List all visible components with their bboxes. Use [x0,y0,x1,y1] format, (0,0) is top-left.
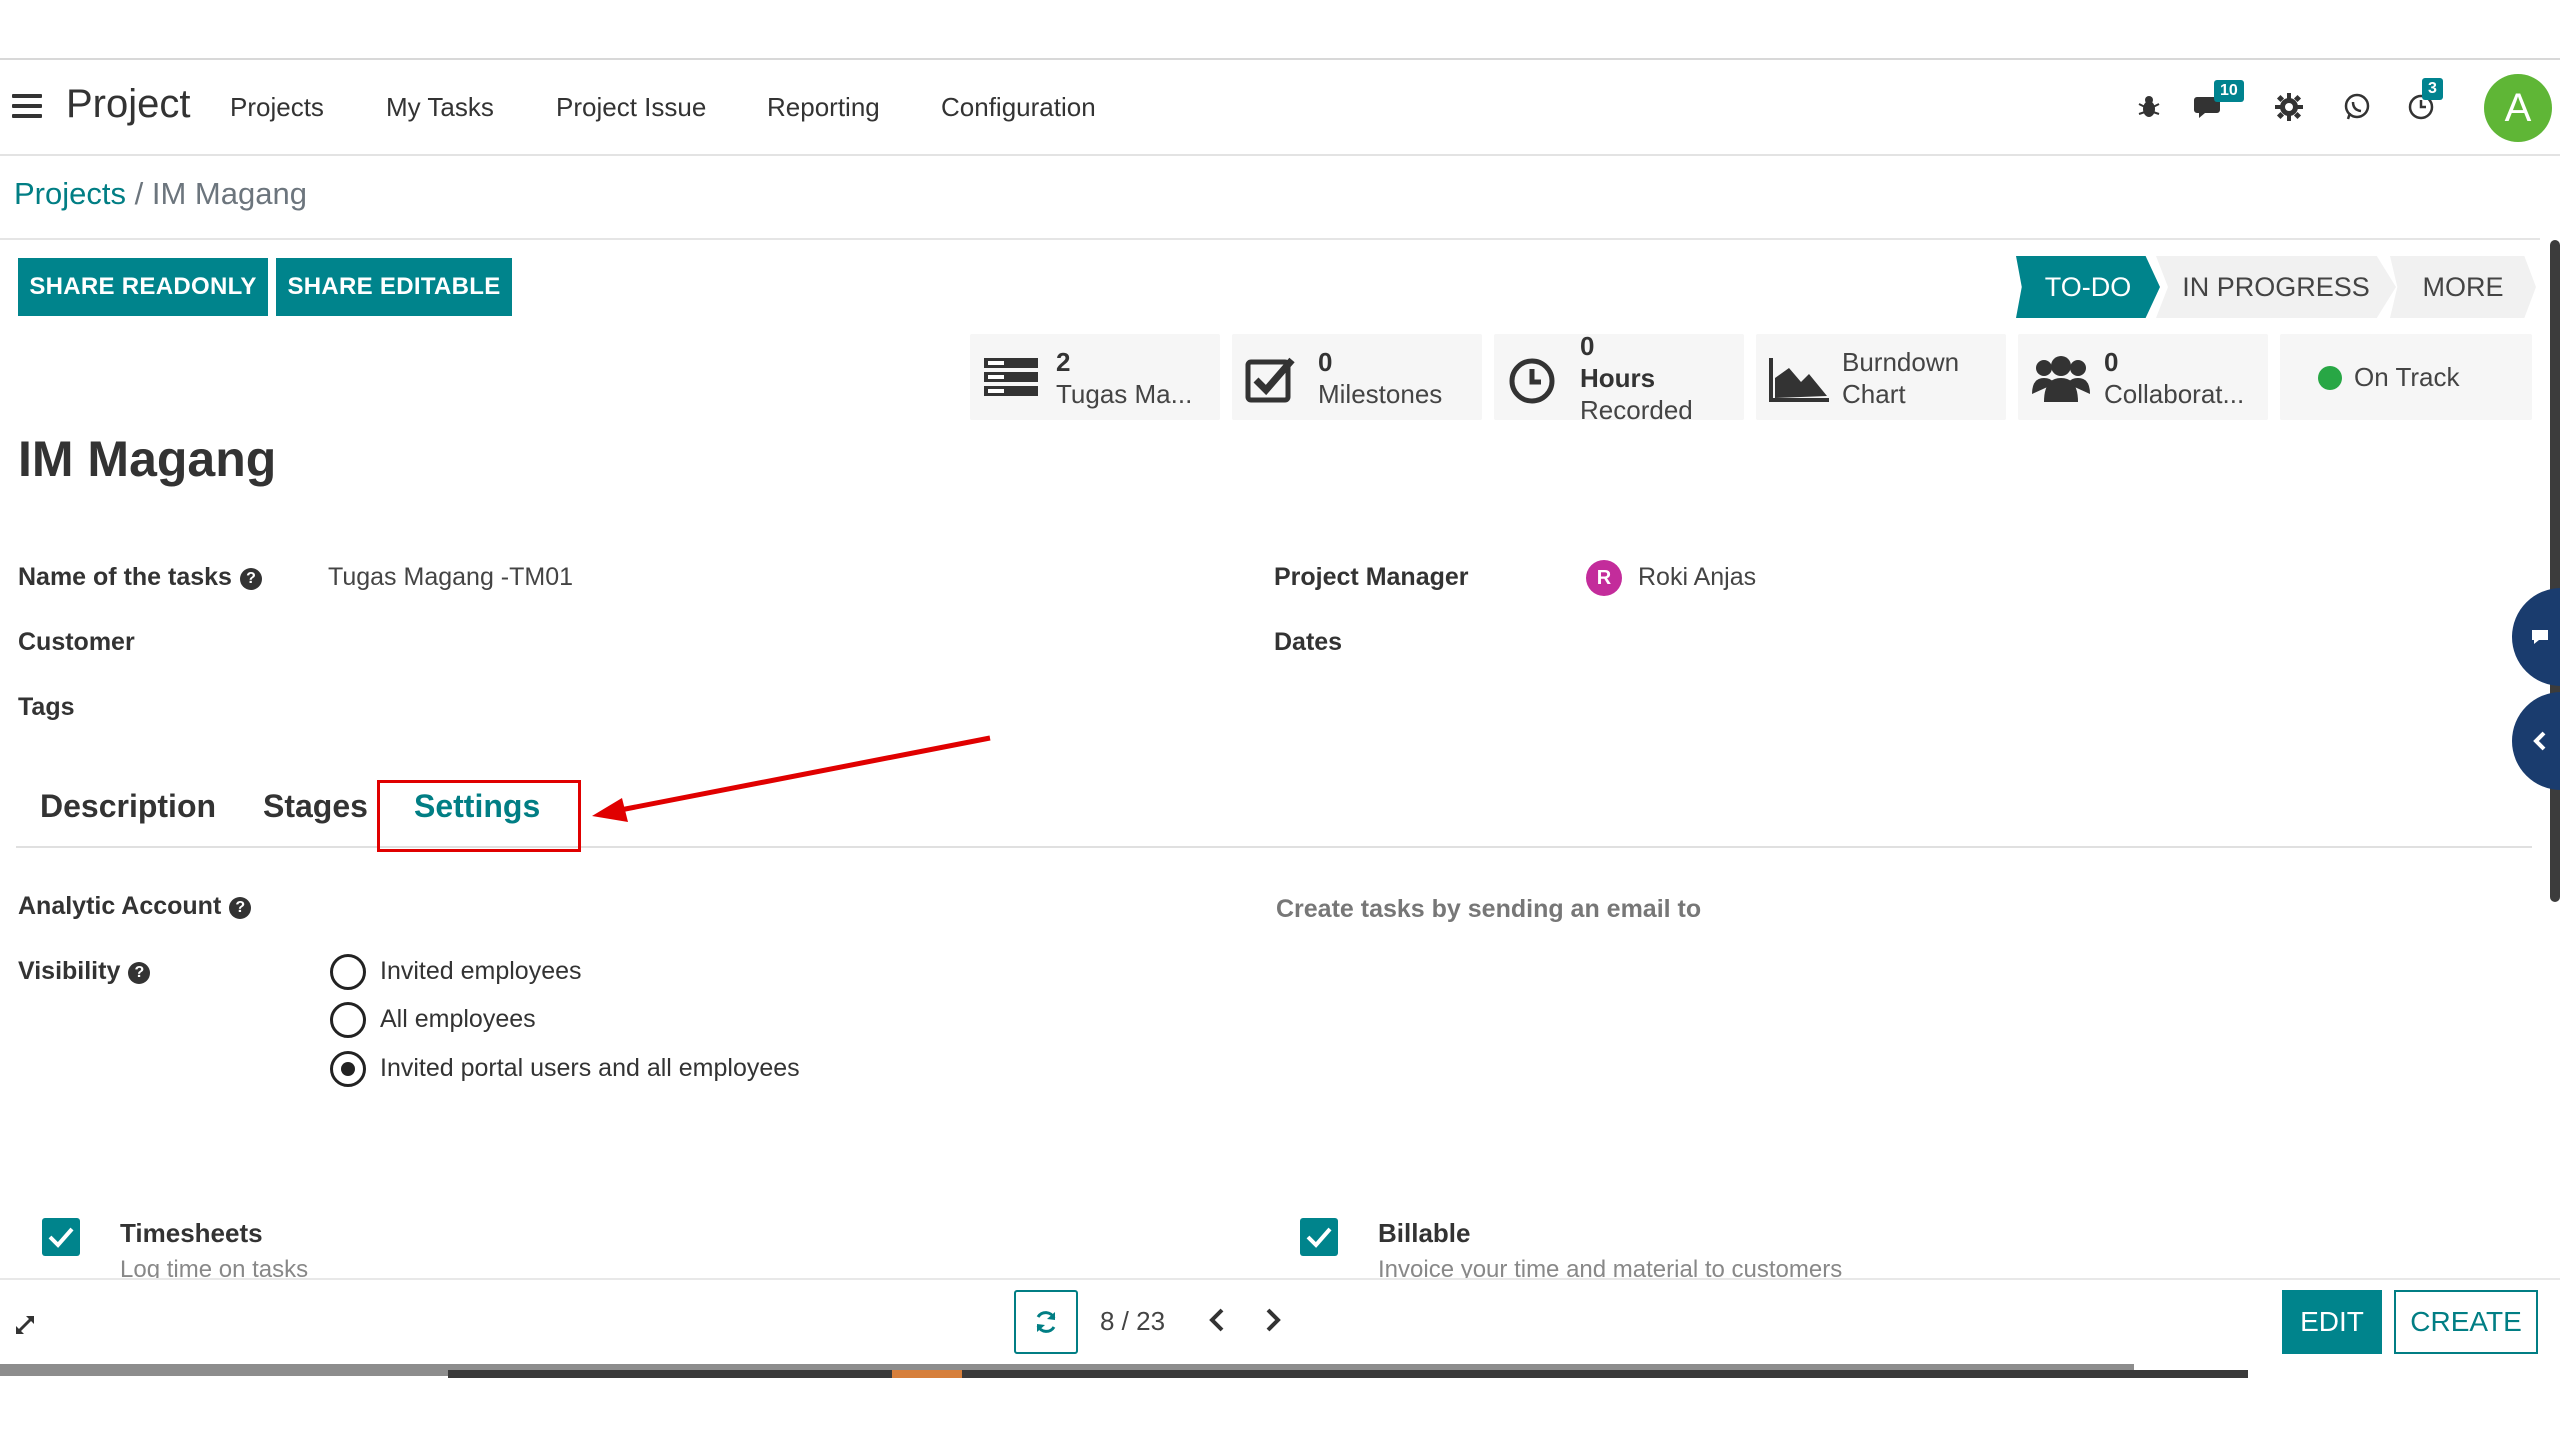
radio-portal-users[interactable] [330,1051,366,1087]
bug-icon[interactable] [2132,90,2166,124]
edit-button[interactable]: EDIT [2282,1290,2382,1354]
visibility-label: Visibility? [18,957,151,986]
horizontal-scrollbar-marker [892,1370,962,1378]
area-chart-icon [1768,354,1829,404]
customer-label: Customer [18,628,135,656]
users-icon [2030,354,2090,404]
burndown-label-2: Chart [1842,379,1906,409]
top-navbar: Project Projects My Tasks Project Issue … [0,58,2560,156]
billable-checkbox[interactable] [1300,1218,1338,1256]
help-icon[interactable]: ? [239,568,262,590]
burndown-smart-button[interactable]: Burndown Chart [1756,334,2006,420]
burndown-label: Burndown [1842,347,1960,377]
project-manager-label: Project Manager [1274,563,1469,591]
refresh-button[interactable] [1014,1290,1078,1354]
stage-todo[interactable]: TO-DO [2016,256,2160,318]
gear-icon[interactable] [2272,90,2306,124]
manager-avatar: R [1586,560,1622,596]
radio-all-employees[interactable] [330,1002,366,1038]
divider [0,238,2540,240]
milestones-label: Milestones [1318,379,1443,409]
chevron-right-icon [1266,1308,1281,1332]
tasks-icon [982,354,1040,404]
whatsapp-icon[interactable] [2340,90,2374,124]
expand-icon[interactable] [14,1314,36,1341]
breadcrumb-projects-link[interactable]: Projects [14,176,126,211]
billable-title: Billable [1378,1218,1471,1248]
stage-in-progress[interactable]: IN PROGRESS [2156,256,2396,318]
menu-reporting[interactable]: Reporting [767,92,880,123]
user-avatar[interactable]: A [2484,74,2552,142]
app-title[interactable]: Project [66,82,191,127]
create-button[interactable]: CREATE [2394,1290,2538,1354]
email-hint: Create tasks by sending an email to [1276,895,1702,923]
tasks-label: Tugas Ma... [1056,379,1193,409]
hours-smart-button[interactable]: 0 Hours Recorded [1494,331,1744,425]
hours-count: 0 [1580,331,1595,361]
hours-label: Hours [1580,363,1656,393]
milestones-smart-button[interactable]: 0 Milestones [1232,334,1482,420]
radio-invited-employees[interactable] [330,954,366,990]
menu-icon[interactable] [12,94,42,120]
record-title: IM Magang [18,431,277,487]
tasks-count: 2 [1056,347,1071,377]
side-chat-button[interactable] [2512,588,2560,686]
activities-badge: 3 [2422,78,2443,100]
breadcrumb: Projects / IM Magang [14,176,307,212]
annotation-arrow-icon [592,735,991,822]
breadcrumb-separator: / [134,176,144,211]
checkmark-icon [1306,1227,1332,1248]
pager-value[interactable]: 8 / 23 [1100,1306,1165,1337]
tasks-smart-button[interactable]: 2 Tugas Ma... [970,334,1220,420]
radio-label: All employees [380,1005,536,1033]
share-editable-button[interactable]: SHARE EDITABLE [276,258,512,316]
name-of-tasks-label: Name of the tasks? [18,563,262,592]
status-label: On Track [2354,362,2460,392]
milestones-count: 0 [1318,347,1333,377]
project-manager-value[interactable]: Roki Anjas [1638,563,1756,592]
messages-badge: 10 [2214,80,2244,102]
chevron-left-icon [2533,731,2546,751]
clock-icon [1506,354,1564,404]
timesheets-title: Timesheets [120,1218,263,1248]
hours-label-2: Recorded [1580,395,1693,425]
collaborators-smart-button[interactable]: 0 Collaborat... [2018,334,2268,420]
checkbox-icon [1244,354,1302,404]
dates-label: Dates [1274,628,1343,656]
help-icon[interactable]: ? [229,897,252,919]
chevron-left-icon [1209,1308,1224,1332]
breadcrumb-current: IM Magang [151,176,307,211]
checkmark-icon [48,1227,74,1248]
horizontal-scrollbar-track [448,1370,2248,1378]
menu-configuration[interactable]: Configuration [941,92,1096,123]
chat-icon [2532,630,2548,644]
collaborators-label: Collaborat... [2104,379,2245,409]
vertical-scrollbar[interactable] [2550,240,2560,902]
radio-label: Invited employees [380,957,582,985]
collaborators-count: 0 [2104,347,2119,377]
status-dot-icon [2318,366,2342,390]
radio-label: Invited portal users and all employees [380,1054,800,1082]
tab-stages[interactable]: Stages [263,788,368,825]
annotation-highlight-box [377,780,581,852]
share-readonly-button[interactable]: SHARE READONLY [18,258,268,316]
stage-more[interactable]: MORE [2390,256,2536,318]
menu-projects[interactable]: Projects [230,92,324,123]
help-icon[interactable]: ? [128,962,151,984]
timesheets-checkbox[interactable] [42,1218,80,1256]
pager-previous-button[interactable] [1198,1300,1238,1340]
menu-my-tasks[interactable]: My Tasks [386,92,494,123]
refresh-icon [1036,1311,1056,1333]
name-of-tasks-value[interactable]: Tugas Magang -TM01 [328,563,573,592]
status-smart-button[interactable]: On Track [2280,334,2532,420]
side-collapse-button[interactable] [2512,692,2560,790]
pager-next-button[interactable] [1252,1300,1292,1340]
menu-project-issue[interactable]: Project Issue [556,92,706,123]
analytic-account-label: Analytic Account? [18,892,252,921]
tags-label: Tags [18,693,75,721]
tab-description[interactable]: Description [40,788,216,825]
